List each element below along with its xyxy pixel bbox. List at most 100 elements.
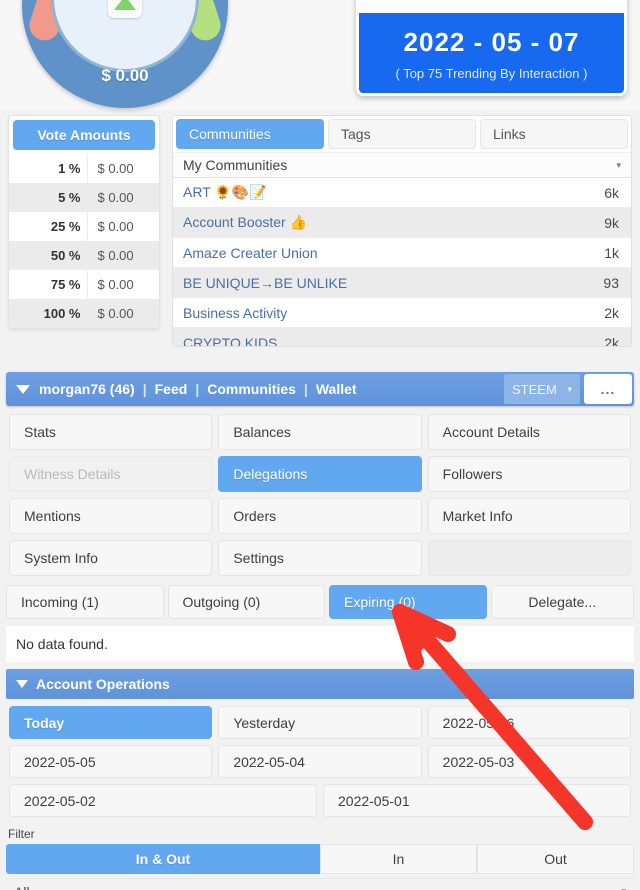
tab-cell: Mentions xyxy=(6,495,215,537)
date-tab-2022-05-03[interactable]: 2022-05-03 xyxy=(427,745,631,778)
token-select[interactable]: STEEM ▾ xyxy=(504,374,580,404)
tab-communities[interactable]: Communities xyxy=(176,119,324,149)
tab-account-details[interactable]: Account Details xyxy=(427,414,631,450)
date-tab-yesterday[interactable]: Yesterday xyxy=(218,706,422,739)
filter-button-in[interactable]: In xyxy=(320,844,477,874)
community-name[interactable]: Account Booster 👍 xyxy=(173,214,378,231)
tab-delegations[interactable]: Delegations xyxy=(218,456,422,492)
subtab-incoming-1[interactable]: Incoming (1) xyxy=(6,585,164,619)
date-tab-today[interactable]: Today xyxy=(9,706,213,739)
tab-orders[interactable]: Orders xyxy=(218,498,422,534)
vote-value: $ 0.00 xyxy=(97,277,134,292)
date-tab-2022-05-01[interactable]: 2022-05-01 xyxy=(323,784,631,817)
tab-settings[interactable]: Settings xyxy=(218,540,422,576)
token-select-value: STEEM xyxy=(512,381,557,397)
filter-label: Filter xyxy=(8,827,35,841)
community-count: 9k xyxy=(604,214,619,231)
community-count: 2k xyxy=(604,334,619,347)
community-name[interactable]: BE UNIQUE→BE UNLIKE xyxy=(173,275,378,291)
gauge-ring: 88688 V $ 0.00 xyxy=(22,0,228,108)
communities-list[interactable]: ART 🌻🎨📝 6k Account Booster 👍 9k Amaze Create… xyxy=(173,178,631,347)
community-count: 93 xyxy=(603,274,619,291)
subtab-expiring-0[interactable]: Expiring (0) xyxy=(329,585,487,619)
upvote-button[interactable] xyxy=(108,0,142,18)
vote-percent: 50 % xyxy=(9,241,88,270)
separator-3: | xyxy=(303,381,308,397)
top-row: 88688 V $ 0.00 TOP 75 2022 - 05 - 07 ( T… xyxy=(0,0,640,110)
vote-value: $ 0.00 xyxy=(97,306,134,321)
community-count: 2k xyxy=(604,304,619,321)
date-cell: 2022-05-06 xyxy=(425,703,634,742)
table-row: 25 % $ 0.00 xyxy=(9,212,159,241)
subtab-delegate[interactable]: Delegate... xyxy=(490,585,634,619)
date-cell: 2022-05-03 xyxy=(425,742,634,781)
account-operations-header: Account Operations xyxy=(6,669,634,699)
filter-button-in-out[interactable]: In & Out xyxy=(6,844,320,874)
filter-button-out[interactable]: Out xyxy=(477,844,634,874)
nav-link-feed[interactable]: Feed xyxy=(155,381,188,397)
list-item[interactable]: Amaze Creater Union 1k xyxy=(173,238,631,268)
community-name[interactable]: ART 🌻🎨📝 xyxy=(173,184,378,201)
tab-tags[interactable]: Tags xyxy=(328,119,476,149)
chevron-down-icon: ▾ xyxy=(567,383,572,394)
top75-banner: TOP 75 2022 - 05 - 07 ( Top 75 Trending … xyxy=(356,0,627,96)
date-cell: 2022-05-01 xyxy=(320,781,634,820)
my-communities-select[interactable]: My Communities ▾ xyxy=(173,152,631,178)
vote-percent: 100 % xyxy=(9,299,88,328)
separator-1: | xyxy=(142,381,147,397)
tab-market-info[interactable]: Market Info xyxy=(427,498,631,534)
table-row: 100 % $ 0.00 xyxy=(9,299,159,328)
vote-value: $ 0.00 xyxy=(97,248,134,263)
vote-value: $ 0.00 xyxy=(97,161,134,176)
chevron-down-icon: ▾ xyxy=(616,159,621,170)
list-item[interactable]: CRYPTO KIDS 2k xyxy=(173,328,631,347)
operation-date-tabs: Today Yesterday 2022-05-06 2022-05-05 2022-0… xyxy=(0,699,640,820)
date-cell: 2022-05-05 xyxy=(6,742,215,781)
vote-percent: 25 % xyxy=(9,212,88,241)
tab-mentions[interactable]: Mentions xyxy=(9,498,213,534)
account-username[interactable]: morgan76 (46) xyxy=(39,381,135,397)
vote-percent: 5 % xyxy=(9,183,88,212)
account-operations-title: Account Operations xyxy=(36,676,170,692)
tab-cell: Stats xyxy=(6,411,215,453)
tab-cell: Balances xyxy=(215,411,424,453)
tab-cell: Settings xyxy=(215,537,424,579)
banner-title: TOP 75 xyxy=(359,0,624,13)
tab-balances[interactable]: Balances xyxy=(218,414,422,450)
date-cell: Yesterday xyxy=(215,703,424,742)
gauge-amount: $ 0.00 xyxy=(101,66,149,85)
tab-stats[interactable]: Stats xyxy=(9,414,213,450)
tab-links[interactable]: Links xyxy=(480,119,628,149)
my-communities-select-value: My Communities xyxy=(183,157,288,173)
tab-system-info[interactable]: System Info xyxy=(9,540,213,576)
vote-percent: 1 % xyxy=(9,154,88,183)
date-tab-2022-05-04[interactable]: 2022-05-04 xyxy=(218,745,422,778)
date-cell: Today xyxy=(6,703,215,742)
list-item[interactable]: ART 🌻🎨📝 6k xyxy=(173,178,631,208)
operation-type-select[interactable]: All ▾ xyxy=(6,878,634,890)
tab-witness-details[interactable]: Witness Details xyxy=(9,456,213,492)
collapse-triangle-icon[interactable] xyxy=(16,384,30,394)
list-item[interactable]: BE UNIQUE→BE UNLIKE 93 xyxy=(173,268,631,298)
communities-card: Communities Tags Links My Communities ▾ AR… xyxy=(172,115,632,347)
date-tab-2022-05-05[interactable]: 2022-05-05 xyxy=(9,745,213,778)
nav-link-communities[interactable]: Communities xyxy=(207,381,296,397)
more-options-button[interactable]: ... xyxy=(584,374,632,404)
nav-link-wallet[interactable]: Wallet xyxy=(316,381,357,397)
voting-power-gauge: 88688 V $ 0.00 xyxy=(0,0,250,108)
date-cell: 2022-05-02 xyxy=(6,781,320,820)
community-name[interactable]: CRYPTO KIDS xyxy=(173,335,378,347)
subtab-outgoing-0[interactable]: Outgoing (0) xyxy=(167,585,325,619)
date-cell: 2022-05-04 xyxy=(215,742,424,781)
account-section: morgan76 (46) | Feed | Communities | Wal… xyxy=(0,350,640,890)
community-name[interactable]: Amaze Creater Union xyxy=(173,245,378,261)
list-item[interactable]: Business Activity 2k xyxy=(173,298,631,328)
tab-followers[interactable]: Followers xyxy=(427,456,631,492)
date-tab-2022-05-02[interactable]: 2022-05-02 xyxy=(9,784,317,817)
community-name[interactable]: Business Activity xyxy=(173,305,378,321)
tab-cell: Witness Details xyxy=(6,453,215,495)
date-tab-2022-05-06[interactable]: 2022-05-06 xyxy=(427,706,631,739)
vote-value: $ 0.00 xyxy=(97,219,134,234)
list-item[interactable]: Account Booster 👍 9k xyxy=(173,208,631,238)
collapse-triangle-icon[interactable] xyxy=(16,680,28,688)
